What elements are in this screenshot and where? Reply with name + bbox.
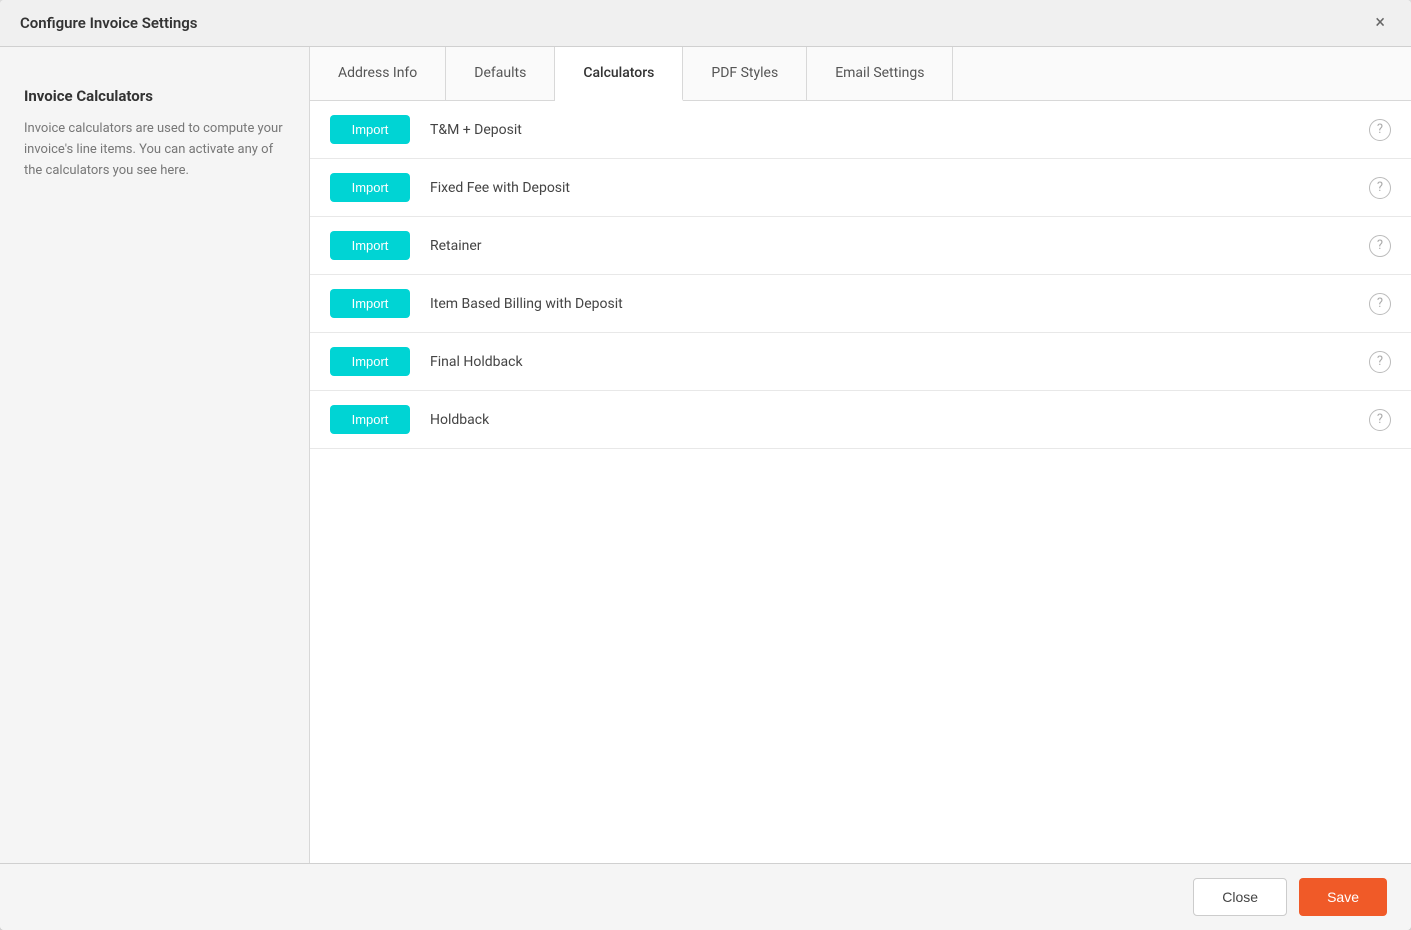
help-icon-5[interactable]: ? [1369,351,1391,373]
calculator-name-5: Final Holdback [430,354,1369,370]
import-button-2[interactable]: Import [330,173,410,202]
help-icon-1[interactable]: ? [1369,119,1391,141]
calculator-row: Import Holdback ? [310,391,1411,449]
sidebar-description: Invoice calculators are used to compute … [24,119,285,181]
modal-footer: Close Save [0,863,1411,930]
main-content: Address Info Defaults Calculators PDF St… [310,47,1411,863]
sidebar-title: Invoice Calculators [24,87,285,105]
tab-pdf-styles[interactable]: PDF Styles [683,47,807,100]
import-button-5[interactable]: Import [330,347,410,376]
calculator-row: Import Item Based Billing with Deposit ? [310,275,1411,333]
calculator-row: Import Final Holdback ? [310,333,1411,391]
modal-body: Invoice Calculators Invoice calculators … [0,47,1411,863]
tab-defaults[interactable]: Defaults [446,47,555,100]
tabs-container: Address Info Defaults Calculators PDF St… [310,47,1411,101]
configure-invoice-settings-modal: Configure Invoice Settings × Invoice Cal… [0,0,1411,930]
import-button-3[interactable]: Import [330,231,410,260]
import-button-1[interactable]: Import [330,115,410,144]
calculator-row: Import Retainer ? [310,217,1411,275]
sidebar: Invoice Calculators Invoice calculators … [0,47,310,863]
calculator-row: Import Fixed Fee with Deposit ? [310,159,1411,217]
help-icon-4[interactable]: ? [1369,293,1391,315]
calculators-list: Import T&M + Deposit ? Import Fixed Fee … [310,101,1411,863]
tab-email-settings[interactable]: Email Settings [807,47,953,100]
help-icon-2[interactable]: ? [1369,177,1391,199]
modal-title: Configure Invoice Settings [20,14,198,32]
calculator-name-1: T&M + Deposit [430,122,1369,138]
help-icon-3[interactable]: ? [1369,235,1391,257]
close-button[interactable]: Close [1193,878,1287,916]
calculator-row: Import T&M + Deposit ? [310,101,1411,159]
import-button-4[interactable]: Import [330,289,410,318]
modal-header: Configure Invoice Settings × [0,0,1411,47]
help-icon-6[interactable]: ? [1369,409,1391,431]
import-button-6[interactable]: Import [330,405,410,434]
calculator-name-4: Item Based Billing with Deposit [430,296,1369,312]
tab-address-info[interactable]: Address Info [310,47,446,100]
calculator-name-2: Fixed Fee with Deposit [430,180,1369,196]
save-button[interactable]: Save [1299,878,1387,916]
close-icon[interactable]: × [1369,12,1391,34]
calculator-name-6: Holdback [430,412,1369,428]
tab-calculators[interactable]: Calculators [555,47,683,101]
calculator-name-3: Retainer [430,238,1369,254]
